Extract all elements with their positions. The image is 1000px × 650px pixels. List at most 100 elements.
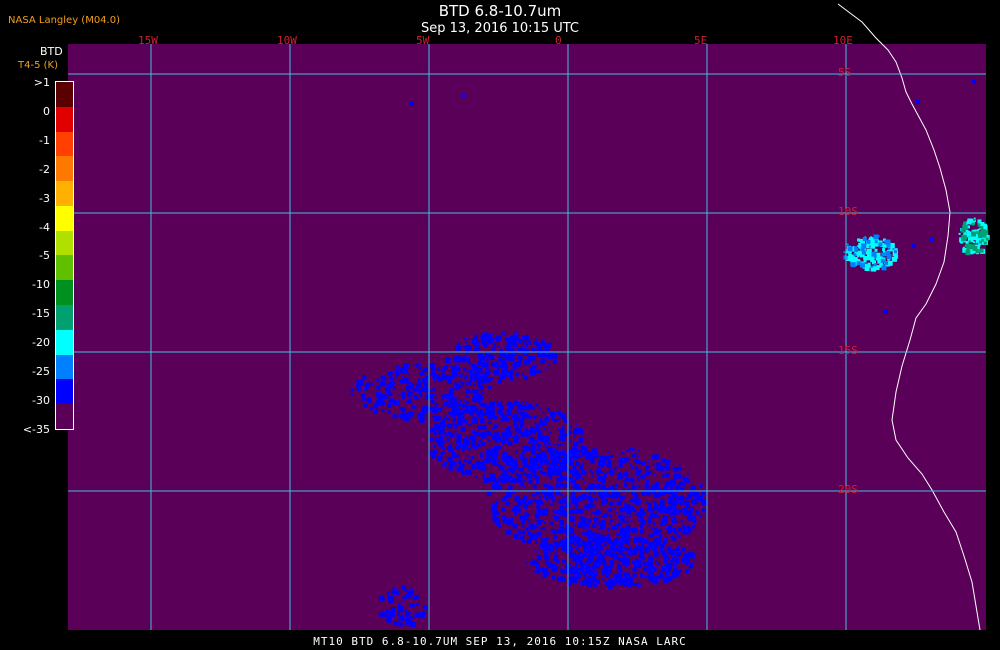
- cloud-pixel: [417, 362, 421, 366]
- cloud-pixel: [491, 377, 494, 380]
- cloud-pixel: [592, 491, 596, 495]
- cloud-pixel: [874, 248, 878, 252]
- cloud-pixel: [631, 505, 634, 508]
- cloud-pixel: [892, 248, 895, 251]
- longitude-label: 0: [555, 34, 562, 47]
- cloud-pixel: [452, 376, 455, 379]
- cloud-pixel: [513, 413, 519, 419]
- cloud-pixel: [597, 558, 600, 561]
- cloud-pixel: [514, 457, 517, 460]
- cloud-pixel: [639, 475, 642, 477]
- cloud-pixel: [452, 421, 455, 424]
- cloud-pixel: [588, 556, 594, 562]
- cloud-pixel: [675, 473, 681, 479]
- cloud-pixel: [511, 435, 514, 438]
- cloud-pixel: [403, 378, 409, 384]
- cloud-pixel: [525, 434, 529, 437]
- cloud-pixel: [467, 422, 471, 426]
- cloud-pixel: [579, 509, 584, 514]
- cloud-pixel: [668, 495, 674, 501]
- cloud-pixel: [656, 462, 661, 467]
- cloud-pixel: [970, 218, 974, 222]
- cloud-pixel: [373, 409, 377, 413]
- cloud-pixel: [560, 493, 563, 496]
- cloud-pixel: [462, 345, 466, 349]
- cloud-pixel: [464, 376, 468, 380]
- cloud-pixel: [672, 576, 675, 579]
- cloud-pixel: [503, 477, 509, 483]
- cloud-pixel: [457, 366, 460, 369]
- cloud-pixel: [408, 417, 411, 420]
- cloud-pixel: [577, 449, 581, 453]
- cloud-pixel: [627, 449, 631, 453]
- cloud-pixel: [614, 488, 617, 491]
- cloud-pixel: [583, 480, 586, 483]
- cloud-pixel: [575, 562, 579, 566]
- cloud-pixel: [491, 452, 497, 458]
- cloud-pixel: [696, 502, 699, 505]
- cloud-pixel: [531, 365, 534, 368]
- cloud-pixel: [382, 395, 385, 398]
- cloud-pixel: [413, 388, 417, 392]
- cloud-pixel: [543, 343, 549, 349]
- cloud-pixel: [635, 460, 640, 465]
- cloud-pixel: [571, 499, 577, 505]
- cloud-pixel: [543, 541, 546, 544]
- cloud-pixel: [684, 502, 688, 506]
- cloud-pixel: [552, 510, 556, 514]
- cloud-pixel: [536, 569, 541, 574]
- cloud-pixel: [689, 553, 692, 557]
- cloud-pixel: [534, 550, 537, 553]
- cloud-pixel: [463, 338, 465, 341]
- cloud-pixel: [624, 472, 628, 476]
- cloud-pixel: [514, 434, 519, 439]
- cloud-pixel: [581, 453, 585, 457]
- cloud-pixel: [509, 370, 514, 375]
- cloud-pixel: [502, 363, 508, 369]
- cloud-pixel: [400, 368, 406, 374]
- cloud-pixel: [632, 583, 636, 587]
- cloud-pixel: [677, 535, 681, 539]
- cloud-pixel: [441, 394, 445, 398]
- cloud-pixel: [555, 451, 561, 457]
- cloud-pixel: [669, 559, 673, 563]
- cloud-pixel: [557, 576, 563, 582]
- cloud-pixel: [432, 416, 435, 419]
- cloud-pixel: [471, 464, 476, 470]
- cloud-pixel: [619, 498, 623, 502]
- cloud-pixel: [581, 469, 587, 475]
- cloud-pixel: [458, 460, 462, 464]
- cloud-pixel: [522, 531, 526, 535]
- cloud-pixel: [673, 478, 677, 482]
- cloud-pixel: [550, 528, 556, 534]
- cloud-pixel: [506, 404, 509, 407]
- cloud-pixel: [490, 507, 496, 513]
- legend-units: T4-5 (K): [18, 60, 58, 71]
- cloud-pixel: [570, 539, 574, 544]
- color-bar-tick: -1: [39, 133, 50, 147]
- cloud-pixel: [478, 385, 484, 391]
- cloud-pixel: [632, 453, 637, 458]
- cloud-pixel: [497, 356, 502, 361]
- cloud-pixel: [864, 265, 867, 268]
- cloud-pixel: [435, 403, 439, 406]
- cloud-pixel: [437, 376, 443, 382]
- cloud-pixel: [870, 236, 873, 239]
- cloud-pixel: [912, 244, 916, 248]
- cloud-pixel: [874, 240, 878, 244]
- cloud-pixel: [363, 403, 368, 408]
- cloud-pixel: [634, 540, 637, 544]
- cloud-pixel: [618, 494, 622, 498]
- cloud-pixel: [465, 341, 468, 344]
- cloud-pixel: [420, 386, 426, 392]
- cloud-pixel: [539, 470, 543, 474]
- cloud-pixel: [527, 440, 531, 444]
- cloud-pixel: [655, 512, 657, 515]
- cloud-pixel: [449, 448, 454, 453]
- cloud-pixel: [977, 219, 982, 224]
- cloud-pixel: [506, 529, 512, 535]
- color-bar-tick: -15: [32, 307, 50, 321]
- cloud-pixel: [621, 519, 625, 523]
- cloud-pixel: [504, 437, 509, 442]
- cloud-pixel: [510, 363, 513, 366]
